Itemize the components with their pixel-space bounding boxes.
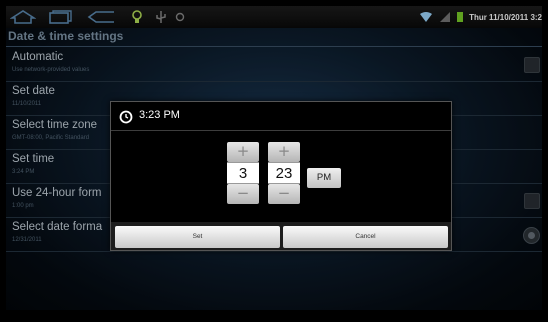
dialog-header: 3:23 PM <box>111 102 451 130</box>
minute-value[interactable]: 23 <box>268 162 300 184</box>
hour-increment-button[interactable]: + <box>227 142 259 162</box>
minute-increment-button[interactable]: + <box>268 142 300 162</box>
cancel-button[interactable]: Cancel <box>283 226 448 248</box>
clock-icon <box>119 109 133 128</box>
dialog-footer: Set Cancel <box>111 222 451 250</box>
time-picker-dialog: 3:23 PM + 3 − + 23 − PM Set Cancel <box>110 101 452 251</box>
dialog-title: 3:23 PM <box>139 109 180 121</box>
dialog-header-divider <box>111 130 451 131</box>
hour-value[interactable]: 3 <box>227 162 259 184</box>
ampm-toggle-button[interactable]: PM <box>307 168 341 188</box>
device-screen: Thur 11/10/2011 3:2 Date & time settings… <box>6 6 542 310</box>
hour-decrement-button[interactable]: − <box>227 184 259 204</box>
minute-decrement-button[interactable]: − <box>268 184 300 204</box>
minute-spinner: + 23 − <box>268 142 300 204</box>
set-button[interactable]: Set <box>115 226 280 248</box>
hour-spinner: + 3 − <box>227 142 259 204</box>
